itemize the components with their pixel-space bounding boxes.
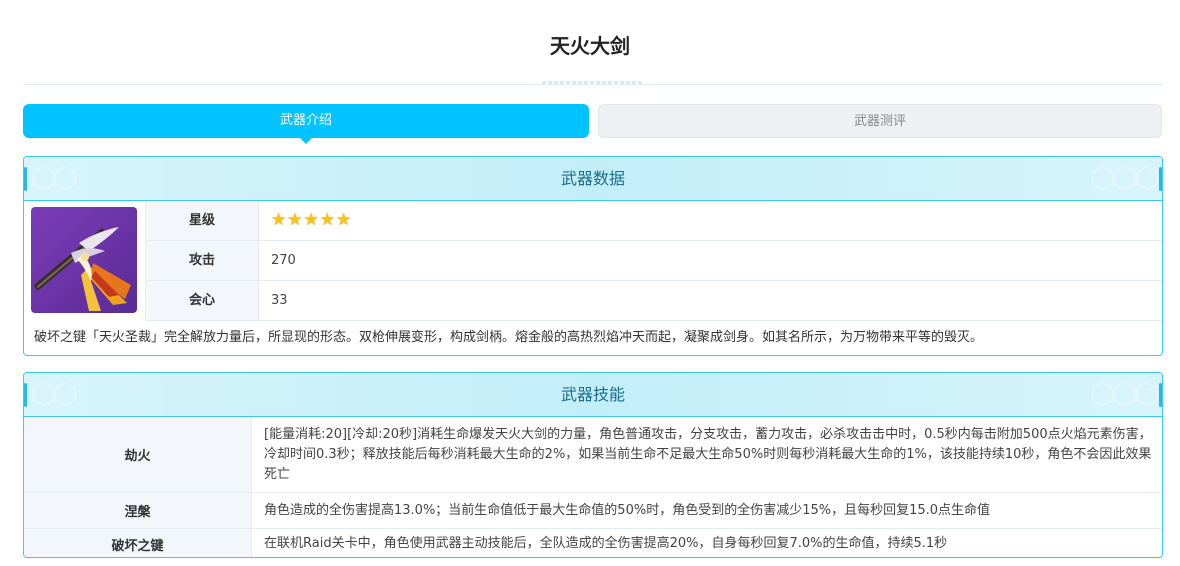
- sword-weapon-icon: [31, 207, 137, 313]
- star-icon: ★: [303, 210, 320, 230]
- weapon-data-title: 武器数据: [560, 169, 625, 188]
- hexagon-decoration-icon: ⬡⬡: [30, 377, 78, 412]
- stat-label: 星级: [145, 201, 259, 240]
- stat-label: 攻击: [145, 241, 259, 280]
- star-icon: ★: [271, 210, 288, 230]
- skill-description: 在联机Raid关卡中，角色使用武器主动技能后，全队造成的全伤害提高20%，自身每…: [264, 536, 948, 551]
- weapon-stats-table: 星级 ★★★★★ 攻击 270 会心 33: [145, 201, 1162, 321]
- tab-bar: 武器介绍 武器测评: [23, 104, 1163, 144]
- star-rating: ★★★★★: [271, 201, 352, 240]
- star-icon: ★: [319, 210, 336, 230]
- tab-weapon-intro[interactable]: 武器介绍: [23, 104, 589, 144]
- hexagon-decoration-icon: ⬡⬡: [30, 161, 78, 196]
- stat-label: 会心: [145, 281, 259, 320]
- title-divider: [23, 84, 1163, 85]
- header-edge-left: [24, 383, 27, 407]
- tab-weapon-review[interactable]: 武器测评: [598, 104, 1162, 138]
- skill-row: 劫火 [能量消耗:20][冷却:20秒]消耗生命爆发天火大剑的力量，角色普通攻击…: [24, 417, 1162, 493]
- hexagon-decoration-icon: ⬡⬡⬡: [1089, 161, 1160, 196]
- skill-description: [能量消耗:20][冷却:20秒]消耗生命爆发天火大剑的力量，角色普通攻击，分支…: [264, 426, 1152, 482]
- page-title: 天火大剑: [550, 34, 630, 58]
- title-divider-accent: [542, 81, 642, 84]
- weapon-data-panel: ⬡⬡ 武器数据 ⬡⬡⬡ 星级 ★★★★★ 攻击 270 会心 33 破坏之键「天…: [23, 156, 1163, 356]
- skill-row: 破坏之键 在联机Raid关卡中，角色使用武器主动技能后，全队造成的全伤害提高20…: [24, 529, 1162, 557]
- weapon-data-header: ⬡⬡ 武器数据 ⬡⬡⬡: [24, 157, 1162, 201]
- skill-name: 涅槃: [24, 493, 252, 528]
- star-icon: ★: [287, 210, 304, 230]
- stat-value: 270: [271, 253, 296, 268]
- header-edge-left: [24, 167, 27, 191]
- header-edge-right: [1159, 383, 1162, 407]
- skill-row: 涅槃 角色造成的全伤害提高13.0%；当前生命值低于最大生命值的50%时，角色受…: [24, 493, 1162, 529]
- weapon-skills-title: 武器技能: [560, 385, 625, 404]
- skill-description: 角色造成的全伤害提高13.0%；当前生命值低于最大生命值的50%时，角色受到的全…: [264, 502, 991, 518]
- skill-name: 破坏之键: [24, 529, 252, 557]
- stat-row-crit: 会心 33: [145, 281, 1162, 321]
- header-edge-right: [1159, 167, 1162, 191]
- weapon-skills-header: ⬡⬡ 武器技能 ⬡⬡⬡: [24, 373, 1162, 417]
- hexagon-decoration-icon: ⬡⬡⬡: [1089, 377, 1160, 412]
- weapon-description: 破坏之键「天火圣裁」完全解放力量后，所显现的形态。双枪伸展变形，构成剑柄。熔金般…: [34, 330, 984, 345]
- star-icon: ★: [336, 210, 353, 230]
- stat-value: 33: [271, 293, 288, 308]
- stat-row-attack: 攻击 270: [145, 241, 1162, 281]
- weapon-skills-panel: ⬡⬡ 武器技能 ⬡⬡⬡ 劫火 [能量消耗:20][冷却:20秒]消耗生命爆发天火…: [23, 372, 1163, 558]
- stat-row-star: 星级 ★★★★★: [145, 201, 1162, 241]
- skill-name: 劫火: [24, 417, 252, 492]
